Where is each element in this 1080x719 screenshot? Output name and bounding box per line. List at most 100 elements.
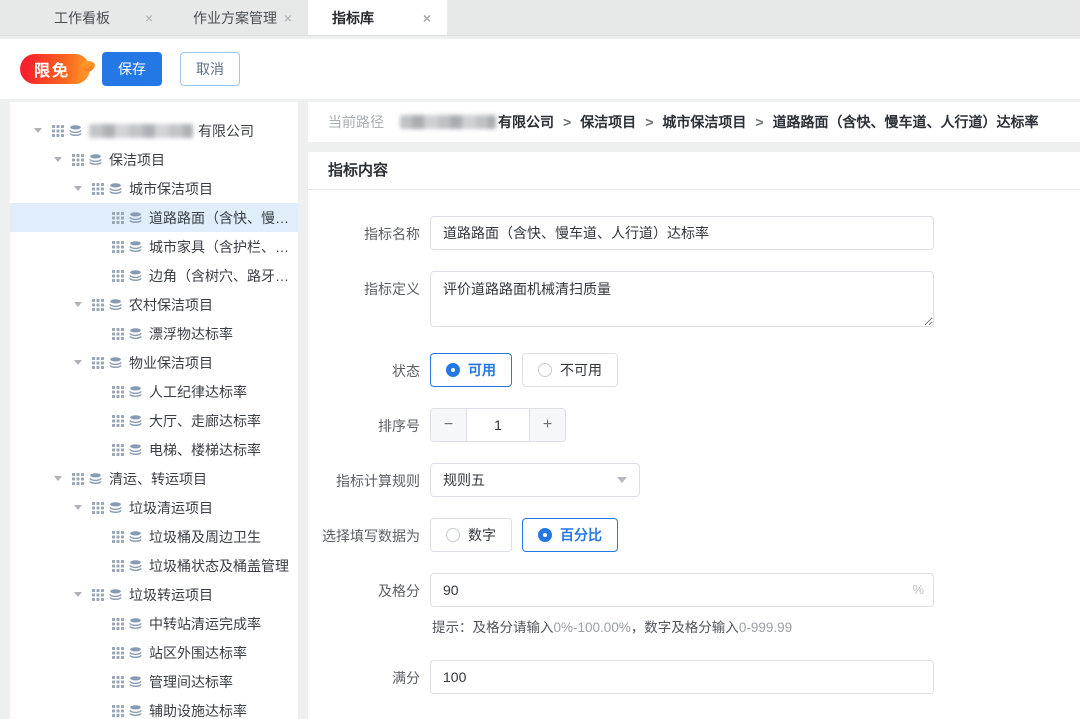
close-icon[interactable]: × [421,9,433,27]
expand-arrow-icon[interactable] [74,360,92,365]
tree-item-label: 站区外围达标率 [149,643,247,663]
tree-item-label: 电梯、楼梯达标率 [149,440,261,460]
tree-item[interactable]: 中转站清运完成率 [10,609,298,638]
tree-item[interactable]: 垃圾桶及周边卫生 [10,522,298,551]
layers-icon [129,646,146,659]
grid-icon [92,299,109,311]
tree-item-label: 管理间达标率 [149,672,233,692]
stepper-decrease-button[interactable]: − [431,409,467,441]
cancel-button[interactable]: 取消 [180,52,240,86]
breadcrumb-company[interactable]: 有限公司 [400,112,554,132]
close-icon[interactable]: × [143,9,155,27]
tree-item-label: 城市保洁项目 [129,179,213,199]
tree-item[interactable]: 垃圾桶状态及桶盖管理 [10,551,298,580]
tree-item-label: 辅助设施达标率 [149,701,247,719]
percent-suffix: % [912,582,924,597]
layers-icon [129,240,146,253]
sidebar-tree: 有限公司保洁项目城市保洁项目道路路面（含快、慢车... 城市家具（含护栏、果...… [10,102,298,719]
tree-item[interactable]: 农村保洁项目 [10,290,298,319]
breadcrumb-item[interactable]: 城市保洁项目 [662,112,746,132]
grid-icon [112,647,129,659]
close-icon[interactable]: × [282,9,294,27]
grid-icon [112,676,129,688]
expand-arrow-icon[interactable] [74,186,92,191]
tree-item-label: 垃圾转运项目 [129,585,213,605]
tab-label: 作业方案管理 [193,8,277,28]
tree-item-label: 有限公司 [198,121,254,141]
breadcrumb-item[interactable]: 道路路面（含快、慢车道、人行道）达标率 [773,112,1039,132]
tree-item[interactable]: 辅助设施达标率 [10,696,298,719]
tree-item[interactable]: 电梯、楼梯达标率 [10,435,298,464]
tree-item[interactable]: 人工纪律达标率 [10,377,298,406]
status-option-disabled[interactable]: 不可用 [522,353,618,387]
tree-item[interactable]: 大厅、走廊达标率 [10,406,298,435]
tree-item[interactable]: 管理间达标率 [10,667,298,696]
save-button[interactable]: 保存 [102,52,162,86]
tree-item[interactable]: 有限公司 [10,116,298,145]
breadcrumb-item[interactable]: 保洁项目 [580,112,636,132]
pass-score-input[interactable] [430,573,934,607]
layers-icon [129,530,146,543]
sort-number-label: 排序号 [308,408,420,442]
grid-icon [112,705,129,717]
tree-item[interactable]: 清运、转运项目 [10,464,298,493]
status-option-enabled[interactable]: 可用 [430,353,512,387]
calc-rule-select[interactable]: 规则五 [430,463,640,497]
pass-score-label: 及格分 [308,573,420,636]
tree-item-label: 垃圾清运项目 [129,498,213,518]
indicator-name-input[interactable] [430,216,934,250]
data-type-option-number[interactable]: 数字 [430,518,512,552]
tree-item[interactable]: 道路路面（含快、慢车... [10,203,298,232]
toolbar: 限免 保存 取消 [0,39,1080,99]
grid-icon [112,386,129,398]
layers-icon [129,704,146,717]
tree-item-label: 垃圾桶及周边卫生 [149,527,261,547]
expand-arrow-icon[interactable] [74,592,92,597]
layers-icon [129,385,146,398]
tab-1[interactable]: 作业方案管理 × [169,0,308,35]
tree-item-label: 清运、转运项目 [109,469,207,489]
tree-item[interactable]: 城市家具（含护栏、果... [10,232,298,261]
tree-item[interactable]: 边角（含树穴、路牙石... [10,261,298,290]
tree-item[interactable]: 保洁项目 [10,145,298,174]
expand-arrow-icon[interactable] [74,302,92,307]
layers-icon [129,327,146,340]
redacted-text [400,115,496,129]
radio-label: 不可用 [560,360,602,380]
layers-icon [109,501,126,514]
tree-item[interactable]: 城市保洁项目 [10,174,298,203]
radio-unchecked-icon [446,528,460,542]
stepper-value[interactable]: 1 [467,409,529,441]
tab-label: 工作看板 [54,8,110,28]
tree-item[interactable]: 站区外围达标率 [10,638,298,667]
layers-icon [129,559,146,572]
tree-item[interactable]: 漂浮物达标率 [10,319,298,348]
tab-0[interactable]: 工作看板 × [30,0,169,35]
main-panel: 当前路径 有限公司 > 保洁项目 > 城市保洁项目 > 道路路面（含快、慢车道、… [308,102,1080,719]
breadcrumb-separator: > [563,114,571,130]
grid-icon [112,212,129,224]
grid-icon [92,589,109,601]
full-score-input[interactable] [430,660,934,694]
expand-arrow-icon[interactable] [54,157,72,162]
tree-item-label: 农村保洁项目 [129,295,213,315]
data-type-option-percent[interactable]: 百分比 [522,518,618,552]
calc-rule-label: 指标计算规则 [308,463,420,497]
tree-item-label: 漂浮物达标率 [149,324,233,344]
indicator-definition-textarea[interactable]: 评价道路路面机械清扫质量 [430,271,934,327]
grid-icon [52,125,69,137]
tree-item[interactable]: 垃圾转运项目 [10,580,298,609]
expand-arrow-icon[interactable] [74,505,92,510]
tree-item[interactable]: 物业保洁项目 [10,348,298,377]
tree-item-label: 人工纪律达标率 [149,382,247,402]
breadcrumb-separator: > [645,114,653,130]
tree-item-label: 道路路面（含快、慢车... [149,208,298,228]
expand-arrow-icon[interactable] [54,476,72,481]
stepper-increase-button[interactable]: + [529,409,565,441]
tab-2[interactable]: 指标库× [308,0,447,35]
tree-item-label: 中转站清运完成率 [149,614,261,634]
breadcrumb: 当前路径 有限公司 > 保洁项目 > 城市保洁项目 > 道路路面（含快、慢车道、… [308,102,1080,142]
expand-arrow-icon[interactable] [34,128,52,133]
tree-item[interactable]: 垃圾清运项目 [10,493,298,522]
layers-icon [89,153,106,166]
